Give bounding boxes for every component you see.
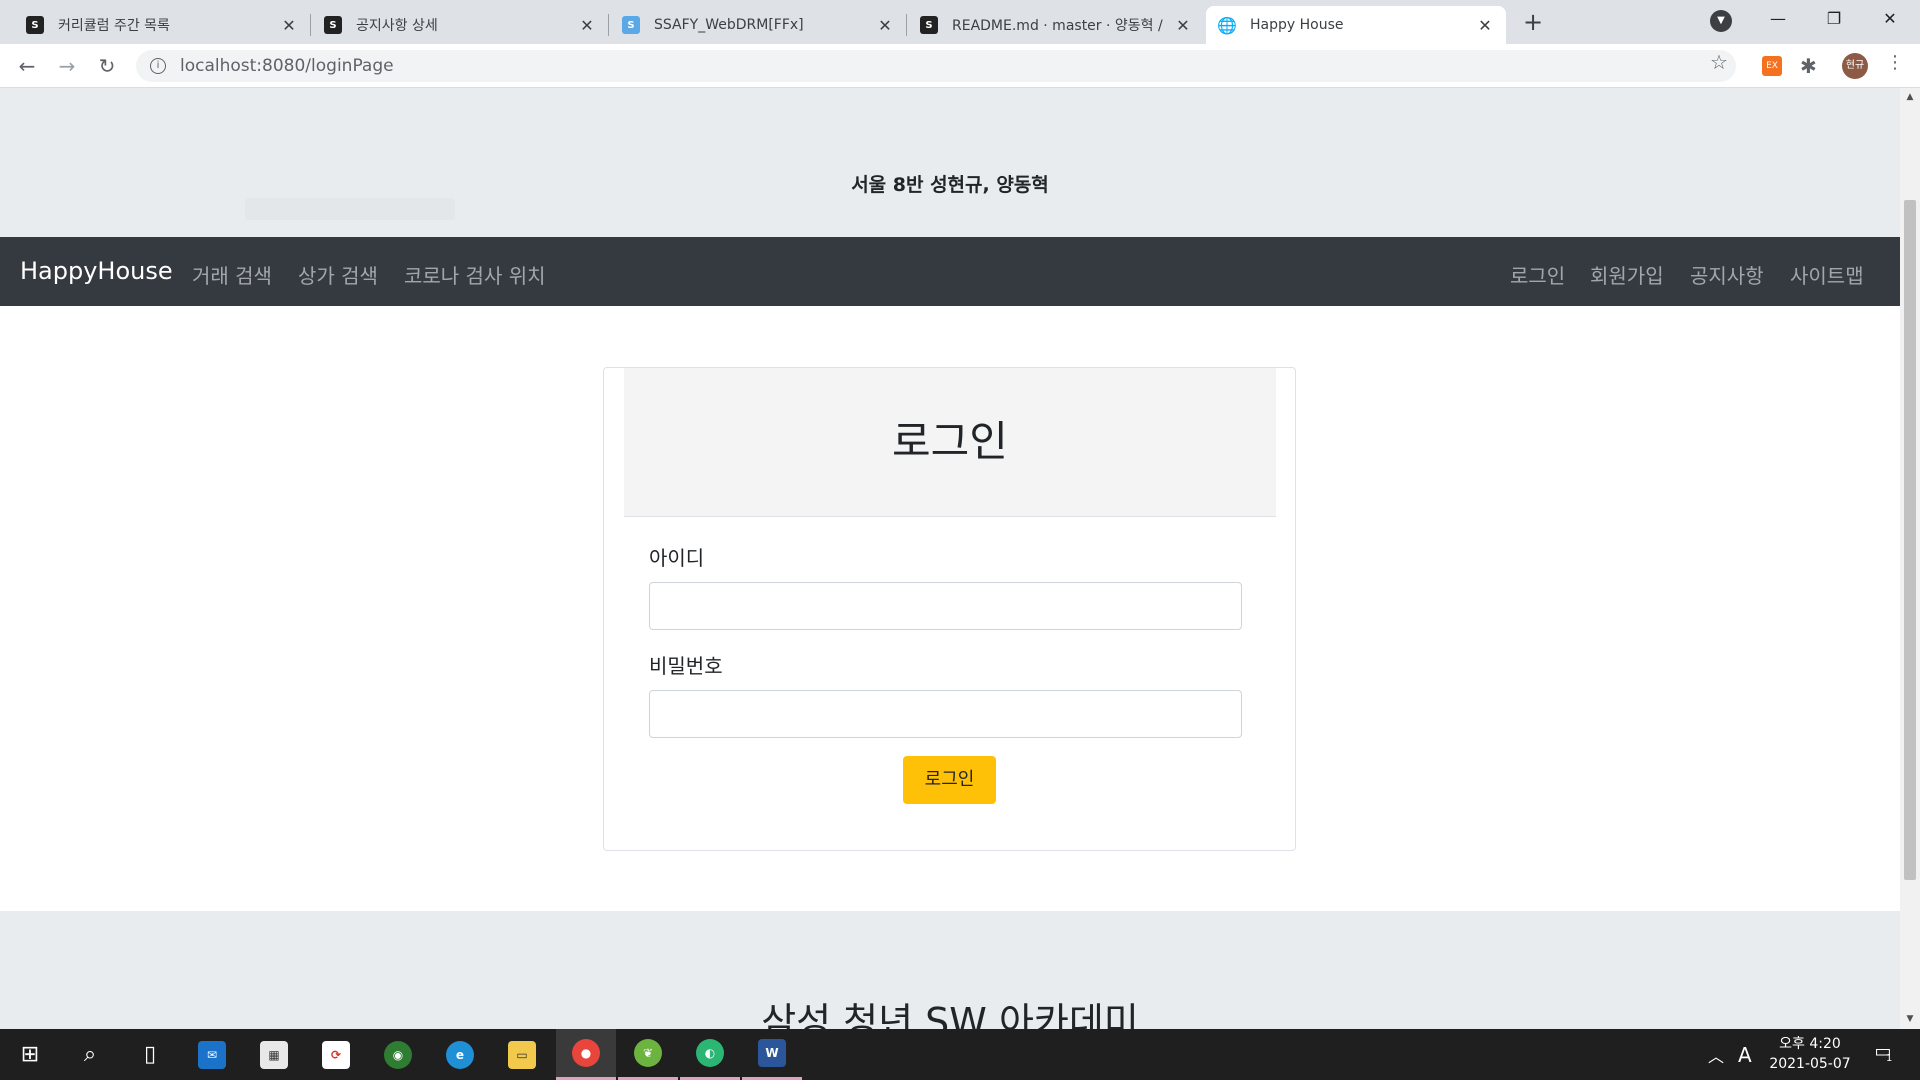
back-icon[interactable]: ← <box>12 52 42 80</box>
tab-title: Happy House <box>1250 17 1344 33</box>
page-footer: 삼성 청년 SW 아카데미 <box>0 911 1900 1029</box>
spring-tool-icon[interactable]: ❦ <box>618 1029 678 1080</box>
edge-icon[interactable]: e <box>430 1029 490 1080</box>
word-icon[interactable]: W <box>742 1029 802 1080</box>
browser-tab[interactable]: S SSAFY_WebDRM[FFx] ✕ <box>610 6 906 44</box>
system-clock[interactable]: 오후 4:20 2021-05-07 <box>1760 1034 1860 1074</box>
tab-title: SSAFY_WebDRM[FFx] <box>654 17 804 33</box>
restore-icon[interactable]: ❐ <box>1806 0 1862 40</box>
maps-app-icon[interactable]: ◉ <box>368 1029 428 1080</box>
nav-link-sitemap[interactable]: 사이트맵 <box>1790 260 1864 289</box>
close-icon[interactable]: ✕ <box>876 16 894 35</box>
mail-icon[interactable]: ✉ <box>182 1029 242 1080</box>
nav-link-covid-test[interactable]: 코로나 검사 위치 <box>404 260 546 289</box>
close-window-icon[interactable]: ✕ <box>1862 0 1918 40</box>
close-icon[interactable]: ✕ <box>1174 16 1192 35</box>
extension-icon[interactable]: EX <box>1762 56 1782 76</box>
nav-link-deal-search[interactable]: 거래 검색 <box>192 260 272 289</box>
globe-icon: 🌐 <box>1217 15 1237 35</box>
profile-avatar[interactable]: 현규 <box>1842 53 1868 79</box>
browser-tab[interactable]: S 공지사항 상세 ✕ <box>312 6 608 44</box>
password-input[interactable] <box>649 690 1242 738</box>
puzzle-icon[interactable]: ✱ <box>1800 54 1817 78</box>
ime-indicator[interactable]: A <box>1738 1029 1752 1080</box>
tab-favicon: S <box>26 16 44 34</box>
login-button[interactable]: 로그인 <box>903 756 996 804</box>
site-navbar: HappyHouse 거래 검색 상가 검색 코로나 검사 위치 로그인 회원가… <box>0 237 1900 306</box>
clock-date: 2021-05-07 <box>1769 1056 1851 1072</box>
task-view-icon[interactable]: ▯ <box>120 1029 180 1080</box>
nav-link-store-search[interactable]: 상가 검색 <box>298 260 378 289</box>
tab-divider <box>310 14 311 36</box>
scroll-down-icon[interactable]: ▼ <box>1900 1014 1920 1024</box>
faded-overlay <box>245 198 455 220</box>
id-label: 아이디 <box>649 546 705 570</box>
browser-tab-bar: S 커리큘럼 주간 목록 ✕ S 공지사항 상세 ✕ S SSAFY_WebDR… <box>0 0 1920 44</box>
clock-time: 오후 4:20 <box>1779 1036 1841 1052</box>
tab-title: 커리큘럼 주간 목록 <box>58 18 170 34</box>
nav-link-login[interactable]: 로그인 <box>1510 260 1565 289</box>
login-card-header: 로그인 <box>624 368 1276 517</box>
windows-taskbar: ⊞ ⌕ ▯ ✉ ▦ ⟳ ◉ e ▭ ● ❦ ◐ W ︿ A 오후 4:20 20… <box>0 1029 1920 1080</box>
tab-divider <box>906 14 907 36</box>
tab-divider <box>608 14 609 36</box>
browser-app-icon[interactable]: ◐ <box>680 1029 740 1080</box>
nav-link-signup[interactable]: 회원가입 <box>1590 260 1664 289</box>
minimize-icon[interactable]: — <box>1750 0 1806 40</box>
footer-title: 삼성 청년 SW 아카데미 <box>761 1000 1139 1029</box>
windows-start-icon[interactable]: ⊞ <box>0 1029 60 1080</box>
page-scrollbar[interactable]: ▲ ▼ <box>1900 88 1920 1029</box>
nav-link-notice[interactable]: 공지사항 <box>1690 260 1764 289</box>
close-icon[interactable]: ✕ <box>280 16 298 35</box>
forward-icon[interactable]: → <box>52 52 82 80</box>
tab-title: 공지사항 상세 <box>356 18 438 34</box>
file-explorer-icon[interactable]: ▭ <box>492 1029 552 1080</box>
tab-favicon: S <box>920 16 938 34</box>
browser-tab[interactable]: S 커리큘럼 주간 목록 ✕ <box>14 6 310 44</box>
browser-tab[interactable]: S README.md · master · 양동혁 / ✕ <box>908 6 1204 44</box>
scrollbar-thumb[interactable] <box>1904 200 1916 880</box>
login-title: 로그인 <box>892 417 1008 466</box>
brand-link[interactable]: HappyHouse <box>20 257 173 285</box>
tab-title: README.md · master · 양동혁 / <box>952 18 1163 34</box>
store-icon[interactable]: ▦ <box>244 1029 304 1080</box>
page-header: 서울 8반 성현규, 양동혁 <box>0 88 1900 237</box>
id-input[interactable] <box>649 582 1242 630</box>
kebab-menu-icon[interactable]: ⋮ <box>1886 52 1904 73</box>
tab-favicon: S <box>622 16 640 34</box>
notification-count: 1 <box>1886 1053 1893 1064</box>
close-icon[interactable]: ✕ <box>578 16 596 35</box>
tab-favicon: S <box>324 16 342 34</box>
address-bar[interactable]: i localhost:8080/loginPage <box>136 50 1736 82</box>
info-icon[interactable]: i <box>150 58 166 74</box>
close-icon[interactable]: ✕ <box>1476 16 1494 35</box>
browser-tab-active[interactable]: 🌐 Happy House ✕ <box>1206 6 1506 44</box>
scroll-up-icon[interactable]: ▲ <box>1900 92 1920 102</box>
new-tab-button[interactable]: + <box>1518 8 1548 36</box>
search-icon[interactable]: ⌕ <box>60 1029 120 1080</box>
tab-search-icon[interactable]: ▼ <box>1710 10 1732 32</box>
sync-app-icon[interactable]: ⟳ <box>306 1029 366 1080</box>
notification-icon[interactable]: ▭ 1 <box>1870 1041 1896 1067</box>
url-text: localhost:8080/loginPage <box>180 56 394 76</box>
reload-icon[interactable]: ↻ <box>92 52 122 80</box>
login-card: 로그인 아이디 비밀번호 로그인 <box>603 367 1296 851</box>
chrome-icon[interactable]: ● <box>556 1029 616 1080</box>
team-info: 서울 8반 성현규, 양동혁 <box>851 174 1049 196</box>
page-viewport: 서울 8반 성현규, 양동혁 HappyHouse 거래 검색 상가 검색 코로… <box>0 88 1900 1029</box>
chevron-up-icon[interactable]: ︿ <box>1708 1029 1724 1080</box>
browser-toolbar: ← → ↻ i localhost:8080/loginPage ☆ EX ✱ … <box>0 44 1920 88</box>
password-label: 비밀번호 <box>649 654 723 678</box>
bookmark-star-icon[interactable]: ☆ <box>1710 50 1728 74</box>
